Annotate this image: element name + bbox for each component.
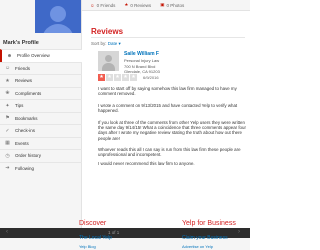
review-paragraph: If you look at three of the comments fro… — [98, 120, 246, 141]
calendar-icon: ▦ — [5, 140, 10, 147]
sidebar-item-order-history[interactable]: ◷ Order history — [0, 149, 82, 162]
sidebar-item-label: Following — [15, 165, 35, 171]
sidebar-item-check-ins[interactable]: ✓ Check-ins — [0, 124, 82, 137]
user-icon: ☻ — [6, 52, 13, 59]
footer-blog-link[interactable]: Yelp Blog — [79, 244, 96, 249]
sidebar-item-events[interactable]: ▦ Events — [0, 136, 82, 150]
reviews-heading: Reviews — [91, 27, 124, 36]
checkin-icon: ✓ — [5, 127, 10, 134]
sidebar-item-label: Compliments — [15, 90, 42, 96]
sidebar-item-reviews[interactable]: ★ Reviews — [0, 74, 82, 87]
footer-local-yelp-link[interactable]: The Local Yelp — [79, 235, 112, 241]
review-paragraph: I want to start off by saying somehow th… — [98, 86, 237, 97]
review-paragraph: I wrote a comment on 9/13/2015 and have … — [98, 103, 238, 114]
review-paragraph: Whoever reads this all I can say is run … — [98, 147, 241, 158]
stat-reviews[interactable]: ★ 0 Reviews — [124, 2, 151, 8]
star-icon: ★ — [130, 74, 137, 81]
bookmark-icon: ⚑ — [5, 115, 10, 122]
profile-stats-bar: ☺ 0 Friends ★ 0 Reviews ▣ 0 Photos — [82, 0, 250, 11]
star-icon: ★ — [98, 74, 105, 81]
sort-control[interactable]: Sort by: Date ▾ — [91, 41, 121, 47]
next-page-icon[interactable]: › — [238, 229, 240, 235]
sidebar-item-label: Check-ins — [15, 128, 36, 134]
avatar[interactable] — [35, 0, 81, 33]
divider — [91, 37, 245, 38]
stat-label: 0 Reviews — [130, 2, 152, 8]
sidebar-item-label: Reviews — [15, 78, 33, 84]
star-icon: ★ — [122, 74, 129, 81]
profile-title: Mark's Profile — [3, 40, 39, 46]
avatar-head-icon — [50, 6, 66, 22]
compliment-icon: ❀ — [5, 90, 10, 97]
sidebar-item-profile-overview[interactable]: ☻ Profile Overview — [0, 49, 82, 62]
sidebar-item-label: Profile Overview — [17, 53, 50, 59]
reviews-icon: ★ — [124, 2, 129, 7]
friends-icon: ☺ — [90, 2, 95, 8]
footer-discover-heading: Discover — [79, 220, 107, 227]
sidebar-item-compliments[interactable]: ❀ Compliments — [0, 86, 82, 100]
review-paragraph: I would never recommend this law firm to… — [98, 161, 195, 166]
business-category[interactable]: Personal Injury Law — [124, 58, 159, 63]
star-icon: ★ — [106, 74, 113, 81]
business-photo[interactable] — [98, 51, 119, 71]
star-rating: ★ ★ ★ ★ ★ — [98, 74, 138, 81]
footer-advertise-link[interactable]: Advertise on Yelp — [182, 244, 213, 249]
photo-placeholder-head-icon — [105, 55, 112, 62]
profile-nav: ☻ Profile Overview ☺ Friends ★ Reviews ❀ Compli… — [0, 49, 82, 174]
stat-label: 0 Photos — [166, 2, 185, 8]
sidebar-item-label: Bookmarks — [15, 115, 38, 121]
sidebar-item-tips[interactable]: ✦ Tips — [0, 99, 82, 112]
stat-friends[interactable]: ☺ 0 Friends — [90, 3, 115, 8]
footer-business-heading: Yelp for Business — [182, 220, 236, 227]
sidebar-item-following[interactable]: ➔ Following — [0, 161, 82, 175]
previous-page-icon[interactable]: ‹ — [6, 229, 8, 235]
business-name-link[interactable]: Saile William F — [124, 51, 159, 57]
avatar-body-icon — [42, 24, 74, 33]
sidebar-item-friends[interactable]: ☺ Friends — [0, 61, 82, 75]
star-icon: ★ — [5, 77, 10, 84]
following-icon: ➔ — [5, 165, 10, 172]
friends-icon: ☺ — [4, 65, 11, 72]
footer-claim-business-link[interactable]: Claim your Business — [182, 235, 228, 241]
lightbulb-icon: ✦ — [5, 102, 10, 109]
sidebar-item-label: Tips — [15, 103, 24, 109]
sort-label: Sort by: — [91, 41, 107, 46]
sort-dropdown[interactable]: Date ▾ — [108, 41, 121, 46]
stat-photos[interactable]: ▣ 0 Photos — [160, 2, 184, 8]
review-date: 6/9/2016 — [143, 75, 159, 80]
photos-icon: ▣ — [160, 2, 165, 7]
sidebar-item-label: Events — [15, 140, 29, 146]
profile-sidebar: Mark's Profile ☻ Profile Overview ☺ Friends… — [0, 0, 82, 228]
photo-placeholder-body-icon — [102, 63, 115, 71]
sidebar-item-label: Order history — [15, 153, 42, 159]
star-icon: ★ — [114, 74, 121, 81]
sidebar-item-bookmarks[interactable]: ⚑ Bookmarks — [0, 111, 82, 125]
stat-label: 0 Friends — [96, 2, 116, 8]
history-icon: ◷ — [5, 152, 10, 159]
sidebar-item-label: Friends — [15, 65, 31, 71]
